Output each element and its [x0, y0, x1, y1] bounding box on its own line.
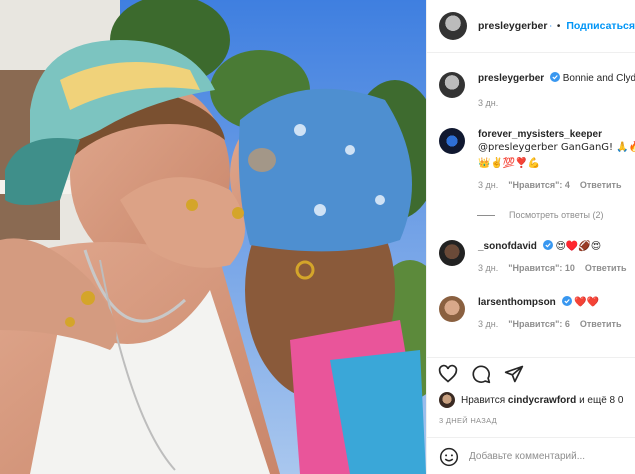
like-heart-icon[interactable] [438, 364, 458, 384]
post-header: presleygerber • Подписаться [427, 0, 635, 53]
caption-row: presleygerber Bonnie and Clyde 3 дн. [427, 72, 635, 110]
reply-button[interactable]: Ответить [585, 263, 627, 273]
reply-button[interactable]: Ответить [580, 319, 622, 329]
author-username[interactable]: presleygerber [478, 20, 547, 32]
comment-likes[interactable]: "Нравится": 4 [508, 180, 570, 190]
comment-text: @presleygerber GanGanG! 🙏🔥 [478, 142, 635, 153]
comment-time[interactable]: 3 дн. [478, 319, 498, 329]
comment-bubble-icon[interactable] [471, 364, 491, 384]
replies-divider [477, 214, 495, 216]
add-comment-input[interactable]: Добавьте комментарий... [469, 451, 585, 462]
comment-username[interactable]: larsenthompson [478, 297, 556, 308]
liker-username[interactable]: cindycrawford [508, 395, 576, 406]
add-comment-bar: Добавьте комментарий... [427, 437, 635, 474]
verified-badge-icon [542, 240, 553, 250]
follow-button[interactable]: Подписаться [566, 20, 635, 32]
comment-username[interactable]: forever_mysisters_keeper [478, 129, 602, 140]
view-replies-button[interactable]: Посмотреть ответы (2) [477, 210, 604, 220]
emoji-smiley-icon[interactable] [439, 447, 459, 467]
share-paper-plane-icon[interactable] [504, 364, 524, 384]
view-replies-label: Посмотреть ответы (2) [509, 210, 604, 220]
photo-image [0, 0, 426, 474]
post-side-panel: presleygerber • Подписаться presleygerbe… [426, 0, 635, 474]
comment-time[interactable]: 3 дн. [478, 180, 498, 190]
comment-row: forever_mysisters_keeper @presleygerber … [427, 128, 635, 192]
comment-likes[interactable]: "Нравится": 10 [508, 263, 575, 273]
comment-text: 😍♥️🏈😍 [555, 241, 602, 252]
reply-button[interactable]: Ответить [580, 180, 622, 190]
caption-time[interactable]: 3 дн. [478, 98, 498, 108]
verified-badge-icon [550, 25, 552, 27]
comment-text: ❤️❤️ [574, 297, 600, 308]
caption-text: Bonnie and Clyde [562, 73, 635, 84]
post-actions [427, 357, 635, 390]
commenter-avatar[interactable] [439, 128, 465, 154]
comment-likes[interactable]: "Нравится": 6 [508, 319, 570, 329]
liker-avatar[interactable] [439, 392, 455, 408]
author-avatar[interactable] [439, 12, 467, 40]
post-photo[interactable] [0, 0, 426, 474]
verified-badge-icon [561, 296, 572, 306]
comment-text-line2: 👑✌️💯❣️💪 [478, 158, 541, 169]
author-avatar-small[interactable] [439, 72, 465, 98]
post-date[interactable]: 3 ДНЕЙ НАЗАД [439, 416, 497, 425]
likes-summary: Нравится cindycrawford и ещё 8 0 [439, 392, 623, 408]
caption-username[interactable]: presleygerber [478, 73, 544, 84]
separator-dot: • [556, 20, 561, 32]
comment-time[interactable]: 3 дн. [478, 263, 498, 273]
commenter-avatar[interactable] [439, 240, 465, 266]
likes-prefix: Нравится [461, 394, 506, 406]
comment-row: larsenthompson ❤️❤️ 3 дн. "Нравится": 6 От… [427, 296, 635, 331]
verified-badge-icon [549, 72, 560, 82]
commenter-avatar[interactable] [439, 296, 465, 322]
likes-suffix[interactable]: и ещё 8 0 [579, 395, 623, 406]
comment-username[interactable]: _sonofdavid [478, 241, 537, 252]
comment-row: _sonofdavid 😍♥️🏈😍 3 дн. "Нравится": 10 Отв… [427, 240, 635, 275]
